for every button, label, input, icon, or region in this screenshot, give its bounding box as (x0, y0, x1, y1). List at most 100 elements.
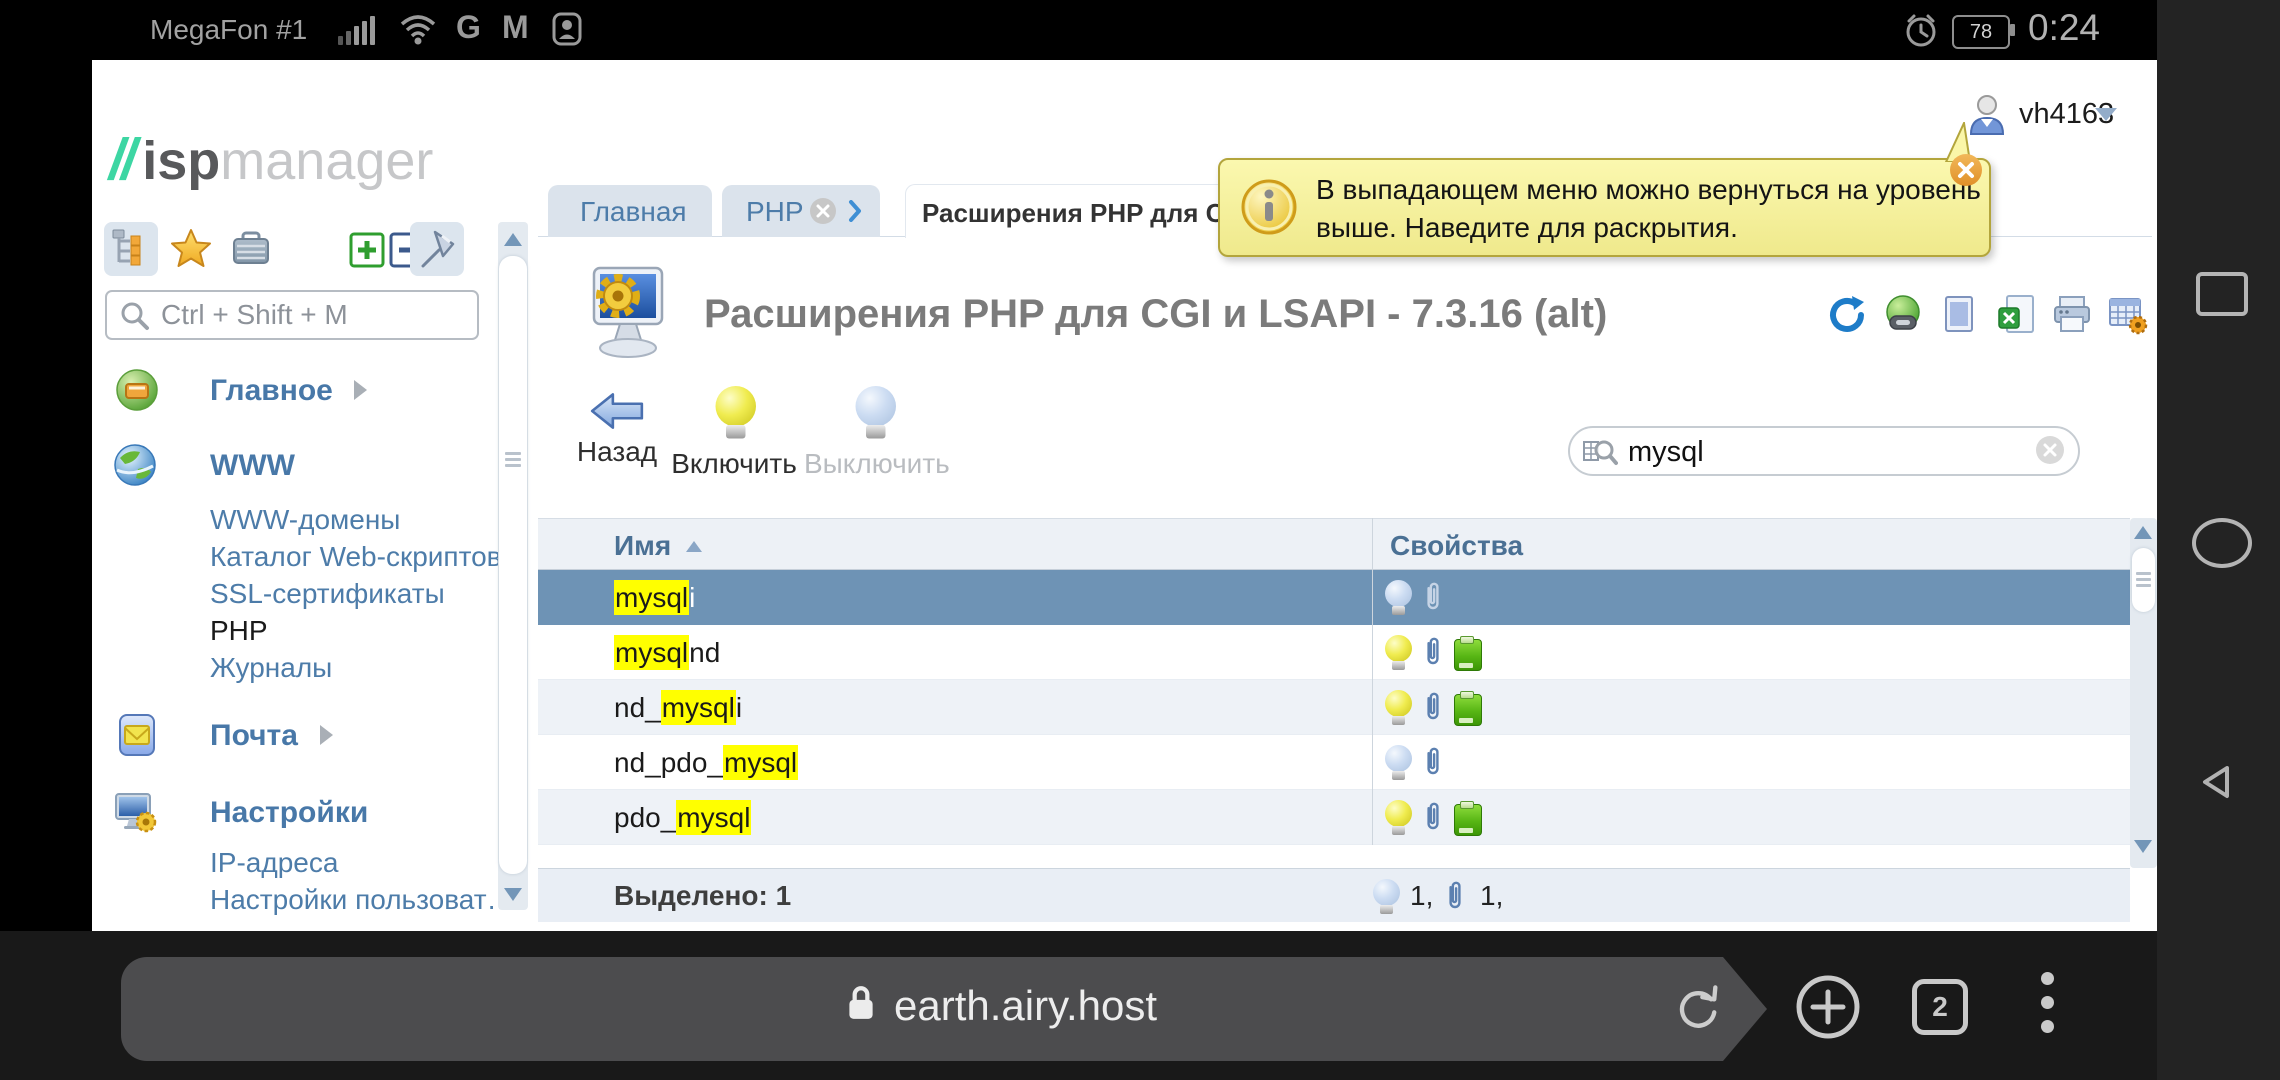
filter-search-input[interactable] (1626, 432, 2000, 472)
name-match: mysql (614, 635, 689, 670)
battery-icon: 78 (1952, 15, 2010, 49)
enable-button[interactable]: Включить (670, 386, 798, 478)
browser-menu-button[interactable] (2041, 972, 2054, 1033)
www-globe-icon (112, 442, 158, 488)
table-row-mysqli[interactable]: mysqli (538, 570, 2130, 625)
name-post: i (736, 692, 742, 723)
paperclip-icon (1444, 879, 1466, 913)
back-nav-button[interactable] (2197, 764, 2237, 800)
menu-dots-icon (2041, 996, 2054, 1009)
recents-button[interactable] (2196, 272, 2248, 316)
tab-count: 2 (1932, 991, 1948, 1023)
disable-button[interactable]: Выключить (804, 386, 944, 478)
scroll-down-icon[interactable] (2134, 840, 2152, 853)
selected-count-label: Выделено: 1 (614, 869, 791, 923)
column-header-props[interactable]: Свойства (1390, 530, 1523, 562)
bulb-on-icon (1384, 800, 1412, 836)
sidebar-item-ssl[interactable]: SSL-сертификаты (210, 578, 445, 610)
tab-close-icon[interactable] (810, 198, 836, 224)
column-divider (1372, 518, 1373, 845)
name-post: i (689, 582, 695, 613)
home-button[interactable] (2192, 518, 2252, 568)
enable-label: Включить (670, 448, 798, 480)
tab-chevron-icon[interactable] (848, 200, 862, 222)
settings-monitor-icon (112, 789, 158, 835)
tasks-briefcase-icon[interactable] (229, 227, 273, 271)
name-match: mysql (676, 800, 751, 835)
back-button[interactable]: Назад (560, 390, 674, 478)
sidebar-section-www[interactable]: WWW (210, 449, 295, 483)
bulb-off-icon (1372, 879, 1400, 915)
table-row-mysqlnd[interactable]: mysqlnd (538, 625, 2130, 680)
table-row-nd-pdo-mysql[interactable]: nd_pdo_mysql (538, 735, 2130, 790)
close-icon (1950, 154, 1982, 186)
search-icon (119, 300, 151, 332)
battery-percent: 78 (1970, 21, 1992, 44)
filter-search (1568, 426, 2080, 476)
paperclip-icon (1422, 800, 1444, 834)
column-header-name[interactable]: Имя (614, 530, 671, 562)
new-tab-button[interactable] (1795, 974, 1861, 1040)
section-label: Главное (210, 374, 333, 407)
sidebar-item-web-scripts[interactable]: Каталог Web-скриптов (210, 541, 502, 573)
table-row-nd-mysqli[interactable]: nd_mysqli (538, 680, 2130, 735)
paperclip-icon (1422, 635, 1444, 669)
mail-icon (114, 712, 160, 758)
thumb-grip (2136, 572, 2151, 575)
tab-php-extensions[interactable]: Расширения PHP для CGI и .. (905, 184, 1239, 238)
paperclip-icon (1422, 745, 1444, 779)
expand-plus-icon[interactable] (349, 232, 385, 268)
reload-icon[interactable] (1672, 982, 1724, 1034)
browser-viewport: vh4163 // isp manager (92, 60, 2157, 931)
expand-arrow-icon (354, 380, 367, 400)
g-network-icon: G (456, 9, 481, 46)
name-match: mysql (614, 580, 689, 615)
selection-status-bar: Выделено: 1 1, 1, (538, 868, 2130, 922)
name-pre: pdo_ (614, 802, 676, 833)
sidebar-section-settings[interactable]: Настройки (210, 796, 368, 830)
scroll-up-icon[interactable] (504, 233, 522, 246)
sidebar-section-mail[interactable]: Почта (210, 719, 298, 753)
copy-report-icon[interactable] (1938, 294, 1980, 336)
sidebar-item-ip-addresses[interactable]: IP-адреса (210, 847, 338, 879)
tab-label: Главная (580, 196, 687, 228)
tab-home[interactable]: Главная (548, 185, 712, 237)
home-globe-icon (114, 367, 160, 413)
table-row-pdo-mysql[interactable]: pdo_mysql (538, 790, 2130, 845)
favorites-star-icon[interactable] (169, 227, 213, 271)
signal-bars-icon (338, 15, 375, 45)
chevron-down-icon (2095, 108, 2117, 121)
tooltip-text-line1: В выпадающем меню можно вернуться на уро… (1316, 174, 1981, 206)
scroll-up-icon[interactable] (2134, 526, 2152, 539)
bulb-off-icon (1384, 745, 1412, 781)
scroll-down-icon[interactable] (504, 888, 522, 901)
clear-search-icon[interactable] (2036, 436, 2064, 464)
section-label: Почта (210, 719, 298, 752)
section-label: WWW (210, 449, 295, 482)
sidebar-search-input[interactable] (159, 296, 463, 334)
print-icon[interactable] (2051, 294, 2093, 336)
lock-icon (846, 984, 876, 1022)
table-settings-icon[interactable] (2106, 294, 2148, 336)
refresh-icon[interactable] (1826, 294, 1868, 336)
sidebar-item-logs[interactable]: Журналы (210, 652, 332, 684)
tooltip-close-button[interactable] (1950, 154, 1982, 186)
tab-php[interactable]: PHP (722, 185, 880, 237)
sidebar-scroll-thumb[interactable] (499, 256, 527, 874)
tab-switcher-button[interactable]: 2 (1912, 979, 1968, 1035)
sidebar-item-user-settings[interactable]: Настройки пользоват… (210, 884, 515, 916)
count-attached: 1, (1480, 869, 1503, 923)
export-excel-icon[interactable] (1995, 294, 2037, 336)
user-menu[interactable]: vh4163 (1967, 90, 2147, 146)
pin-icon[interactable] (415, 226, 459, 270)
sidebar-item-php[interactable]: PHP (210, 615, 268, 647)
name-pre: nd_pdo_ (614, 747, 723, 778)
sidebar-item-www-domains[interactable]: WWW-домены (210, 504, 400, 536)
sidebar-section-glavnoe[interactable]: Главное (210, 374, 333, 408)
tree-view-icon[interactable] (109, 227, 153, 271)
link-globe-icon[interactable] (1882, 294, 1924, 336)
sidebar-search (105, 290, 479, 340)
page-title: Расширения PHP для CGI и LSAPI - 7.3.16 … (704, 292, 1607, 337)
logo-text-bold: isp (142, 130, 220, 192)
tooltip-bubble: В выпадающем меню можно вернуться на уро… (1218, 158, 1991, 257)
